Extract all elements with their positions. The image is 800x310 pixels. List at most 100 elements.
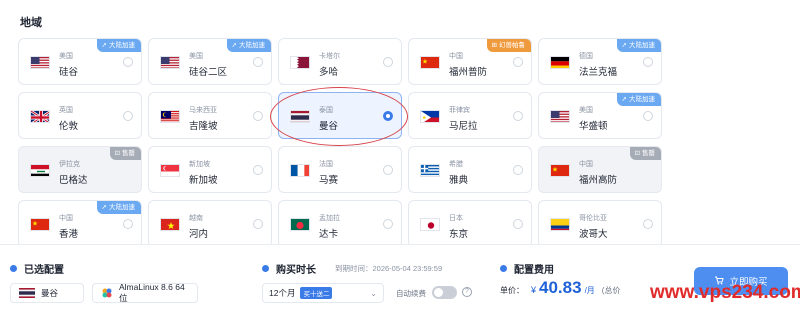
- region-card-iq[interactable]: 伊拉克 巴格达 ⊡ 售罄: [18, 146, 142, 193]
- region-radio[interactable]: [643, 219, 653, 229]
- thailand-flag-icon: [19, 288, 35, 298]
- expiry-label: 到期时间：: [335, 264, 373, 273]
- region-badge-label: 大陆加速: [109, 42, 135, 49]
- region-radio[interactable]: [253, 165, 263, 175]
- cn-flag-icon: [420, 56, 440, 69]
- region-radio[interactable]: [383, 111, 393, 121]
- auto-renew-toggle[interactable]: [432, 286, 457, 299]
- section-dot-icon: [500, 265, 507, 272]
- selected-config-title: 已选配置: [24, 265, 64, 276]
- region-card-my[interactable]: 马来西亚 吉隆坡: [148, 92, 272, 139]
- duration-select[interactable]: 12个月 买十送二 ⌄: [262, 283, 384, 303]
- region-card-vn[interactable]: 越南 河内: [148, 200, 272, 247]
- cn-flag-icon: [550, 164, 570, 177]
- th-flag-icon: [290, 110, 310, 123]
- region-country: 中国: [59, 215, 73, 222]
- discount-badge: 买十送二: [300, 287, 333, 299]
- us-flag-icon: [30, 56, 50, 69]
- unit-price: 40.83: [539, 278, 582, 297]
- region-card-th[interactable]: 泰国 曼谷: [278, 92, 402, 139]
- region-card-co[interactable]: 哥伦比亚 波哥大: [538, 200, 662, 247]
- region-radio[interactable]: [513, 219, 523, 229]
- region-country: 希腊: [449, 161, 463, 168]
- region-country: 哥伦比亚: [579, 215, 607, 222]
- region-country: 美国: [59, 53, 73, 60]
- watermark-text: www.vps234.com: [650, 282, 800, 303]
- region-country: 孟加拉: [319, 215, 340, 222]
- soldout-icon: ⊡: [634, 150, 640, 157]
- expiry-value: 2026-05-04 23:59:59: [372, 264, 443, 273]
- region-card-jp[interactable]: 日本 东京: [408, 200, 532, 247]
- region-badge-label: 大陆加速: [629, 96, 655, 103]
- region-city: 伦敦: [59, 121, 79, 132]
- region-country: 越南: [189, 215, 203, 222]
- region-badge: ➚ 大陆加速: [96, 39, 141, 52]
- region-card-us[interactable]: 美国 硅谷 ➚ 大陆加速: [18, 38, 142, 85]
- region-radio[interactable]: [513, 165, 523, 175]
- region-card-us[interactable]: 美国 华盛顿 ➚ 大陆加速: [538, 92, 662, 139]
- region-card-cn[interactable]: 中国 福州高防 ⊡ 售罄: [538, 146, 662, 193]
- region-country: 德国: [579, 53, 593, 60]
- region-country: 卡塔尔: [319, 53, 340, 60]
- iq-flag-icon: [30, 164, 50, 177]
- soldout-icon: ⊡: [114, 150, 120, 157]
- region-country: 泰国: [319, 107, 333, 114]
- region-radio[interactable]: [513, 111, 523, 121]
- region-badge-label: 大陆加速: [239, 42, 265, 49]
- price-unit: /月: [584, 286, 595, 295]
- region-city: 马赛: [319, 175, 339, 186]
- region-badge: ➚ 大陆加速: [616, 93, 661, 106]
- fr-flag-icon: [290, 164, 310, 177]
- region-badge-label: 售罄: [642, 150, 655, 157]
- region-city: 河内: [189, 229, 209, 240]
- region-city: 马尼拉: [449, 121, 478, 132]
- region-city: 巴格达: [59, 175, 88, 186]
- region-card-gb[interactable]: 英国 伦敦: [18, 92, 142, 139]
- region-radio[interactable]: [643, 111, 653, 121]
- sg-flag-icon: [160, 164, 180, 177]
- region-badge-label: 大陆加速: [109, 204, 135, 211]
- region-radio[interactable]: [383, 57, 393, 67]
- de-flag-icon: [550, 56, 570, 69]
- region-card-bd[interactable]: 孟加拉 达卡: [278, 200, 402, 247]
- region-card-cn[interactable]: 中国 香港 ➚ 大陆加速: [18, 200, 142, 247]
- region-radio[interactable]: [383, 219, 393, 229]
- region-city: 福州普防: [449, 67, 488, 78]
- selected-config-heading: 已选配置: [10, 261, 64, 276]
- region-radio[interactable]: [253, 219, 263, 229]
- selected-region-chip: 曼谷: [10, 283, 84, 303]
- region-card-us[interactable]: 美国 硅谷二区 ➚ 大陆加速: [148, 38, 272, 85]
- region-radio[interactable]: [253, 111, 263, 121]
- rocket-icon: ➚: [621, 96, 627, 103]
- region-country: 马来西亚: [189, 107, 217, 114]
- region-card-ph[interactable]: 菲律宾 马尼拉: [408, 92, 532, 139]
- region-radio[interactable]: [123, 111, 133, 121]
- region-radio[interactable]: [383, 165, 393, 175]
- almalinux-logo-icon: [101, 287, 113, 299]
- region-radio[interactable]: [643, 57, 653, 67]
- region-country: 英国: [59, 107, 73, 114]
- duration-heading: 购买时长: [262, 261, 316, 276]
- region-radio[interactable]: [123, 219, 133, 229]
- region-city: 华盛顿: [579, 121, 608, 132]
- help-icon[interactable]: ?: [462, 287, 472, 297]
- region-card-cn[interactable]: 中国 福州普防 ⊞ 幻兽帕鲁: [408, 38, 532, 85]
- jp-flag-icon: [420, 218, 440, 231]
- region-card-fr[interactable]: 法国 马赛: [278, 146, 402, 193]
- region-radio[interactable]: [123, 57, 133, 67]
- selected-os: AlmaLinux 8.6 64位: [119, 282, 185, 303]
- region-radio[interactable]: [513, 57, 523, 67]
- region-city: 吉隆坡: [189, 121, 218, 132]
- us-flag-icon: [550, 110, 570, 123]
- price-row: 单价： ¥ 40.83 /月 (总价: [500, 278, 620, 298]
- cn-flag-icon: [30, 218, 50, 231]
- region-radio[interactable]: [253, 57, 263, 67]
- duration-value: 12个月: [269, 288, 296, 298]
- region-card-sg[interactable]: 新加坡 新加坡: [148, 146, 272, 193]
- region-badge-label: 大陆加速: [629, 42, 655, 49]
- region-card-de[interactable]: 德国 法兰克福 ➚ 大陆加速: [538, 38, 662, 85]
- region-card-qa[interactable]: 卡塔尔 多哈: [278, 38, 402, 85]
- region-card-gr[interactable]: 希腊 雅典: [408, 146, 532, 193]
- selected-city: 曼谷: [41, 288, 59, 298]
- region-panel: 地域 美国 硅谷 ➚ 大陆加速 美国 硅谷二区 ➚ 大陆加速 卡塔尔 多哈 中国 福州普防 ⊞ 幻兽帕鲁德…: [0, 0, 800, 247]
